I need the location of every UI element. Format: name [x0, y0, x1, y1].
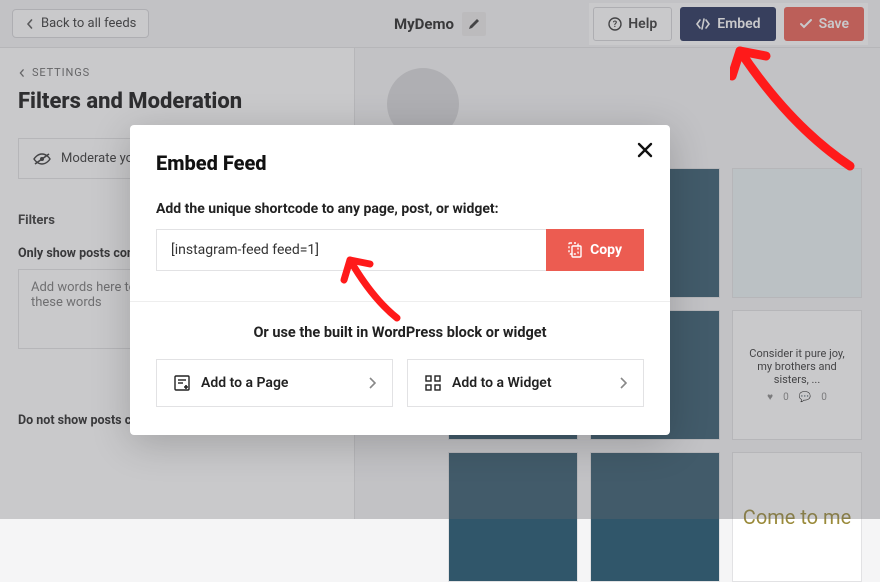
- add-to-widget-button[interactable]: Add to a Widget: [407, 359, 644, 407]
- modal-subtitle: Add the unique shortcode to any page, po…: [156, 201, 644, 217]
- add-to-widget-label: Add to a Widget: [452, 375, 552, 391]
- shortcode-row: Copy: [156, 229, 644, 271]
- shortcode-input[interactable]: [156, 229, 546, 271]
- modal-overlay[interactable]: Embed Feed Add the unique shortcode to a…: [0, 0, 880, 519]
- page-plus-icon: [173, 374, 191, 392]
- embed-modal: Embed Feed Add the unique shortcode to a…: [130, 125, 670, 435]
- modal-divider: [130, 301, 670, 302]
- modal-alt-subtitle: Or use the built in WordPress block or w…: [156, 324, 644, 341]
- chevron-right-icon: [619, 377, 627, 389]
- add-to-page-label: Add to a Page: [201, 375, 288, 391]
- add-to-page-button[interactable]: Add to a Page: [156, 359, 393, 407]
- modal-close-button[interactable]: [636, 141, 654, 159]
- modal-title: Embed Feed: [156, 151, 644, 175]
- copy-icon: [568, 242, 582, 258]
- modal-actions: Add to a Page Add to a Widget: [156, 359, 644, 407]
- copy-shortcode-button[interactable]: Copy: [546, 229, 644, 271]
- chevron-right-icon: [368, 377, 376, 389]
- widget-icon: [424, 374, 442, 392]
- copy-label: Copy: [590, 242, 622, 258]
